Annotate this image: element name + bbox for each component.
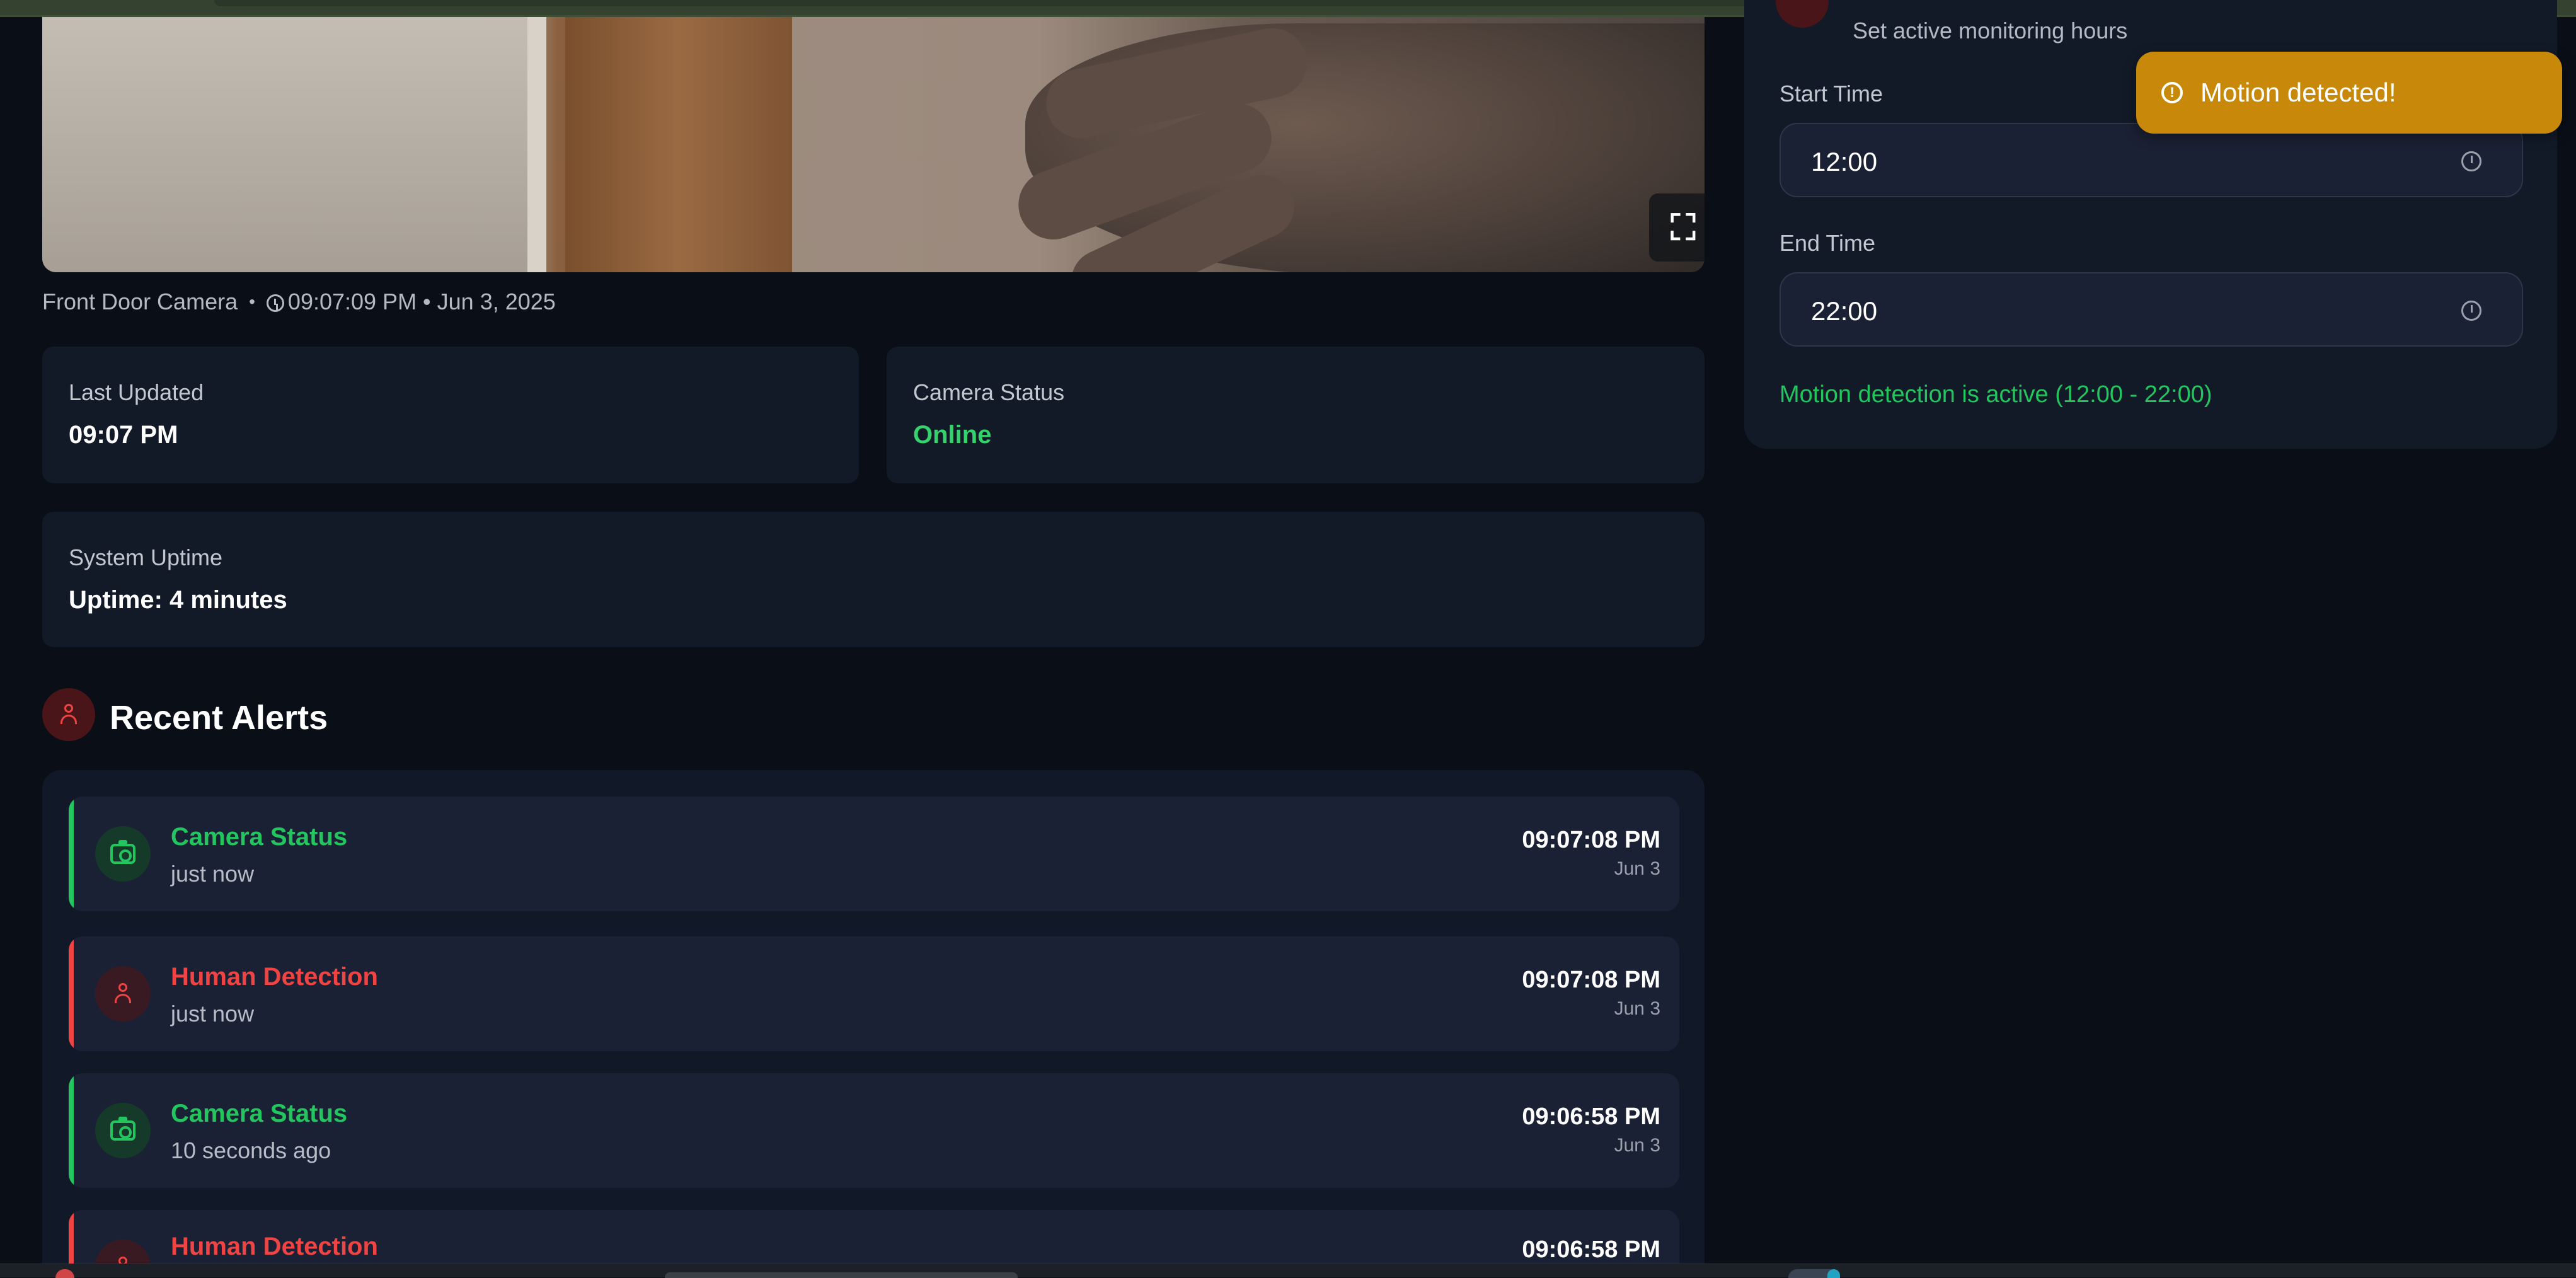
camera-feed[interactable]: ⛶ xyxy=(42,17,1705,272)
alert-subtitle: just now xyxy=(171,1001,255,1027)
schedule-icon xyxy=(1776,0,1829,28)
feed-door xyxy=(565,17,792,272)
taskbar-app-icon[interactable] xyxy=(55,1269,74,1278)
camera-meta: Front Door Camera • 09:07:09 PM • Jun 3,… xyxy=(42,289,556,315)
alert-title: Camera Status xyxy=(171,1100,348,1127)
person-icon xyxy=(113,1257,132,1264)
end-time-input[interactable]: 22:00 xyxy=(1780,272,2523,347)
alert-time: 09:07:08 PM xyxy=(1522,967,1660,993)
fullscreen-icon: ⛶ xyxy=(1670,207,1696,247)
fullscreen-button[interactable]: ⛶ xyxy=(1649,193,1705,262)
recent-alerts-title: Recent Alerts xyxy=(110,699,328,737)
alert-icon-wrap xyxy=(95,1240,151,1264)
alert-item[interactable]: Human Detection 09:06:58 PM xyxy=(69,1210,1679,1264)
last-updated-card: Last Updated 09:07 PM xyxy=(42,347,859,483)
last-updated-value: 09:07 PM xyxy=(69,421,178,449)
alert-subtitle: 10 seconds ago xyxy=(171,1137,331,1163)
alert-title: Camera Status xyxy=(171,823,348,851)
alert-time: 09:07:08 PM xyxy=(1522,827,1660,853)
alert-item[interactable]: Camera Status 10 seconds ago 09:06:58 PM… xyxy=(69,1073,1679,1188)
taskbar xyxy=(0,1264,2576,1278)
clock-icon[interactable] xyxy=(2461,301,2481,321)
alerts-list[interactable]: Camera Status just now 09:07:08 PM Jun 3… xyxy=(42,770,1705,1264)
alert-subtitle: just now xyxy=(171,861,255,887)
alert-time: 09:06:58 PM xyxy=(1522,1236,1660,1263)
taskbar-app-icon[interactable] xyxy=(1827,1269,1840,1278)
camera-status-label: Camera Status xyxy=(913,379,1065,405)
schedule-subtitle: Set active monitoring hours xyxy=(1853,18,2128,43)
alert-date: Jun 3 xyxy=(1614,1135,1660,1156)
alert-date: Jun 3 xyxy=(1614,998,1660,1019)
person-icon xyxy=(59,704,78,725)
system-uptime-label: System Uptime xyxy=(69,544,223,570)
alert-accent-bar xyxy=(69,1073,74,1188)
motion-detection-status: Motion detection is active (12:00 - 22:0… xyxy=(1780,381,2212,408)
alert-icon-wrap xyxy=(95,826,151,882)
system-uptime-value: Uptime: 4 minutes xyxy=(69,586,287,614)
alert-title: Human Detection xyxy=(171,963,378,991)
alert-time: 09:06:58 PM xyxy=(1522,1103,1660,1130)
camera-status-value: Online xyxy=(913,421,992,449)
toast-message: Motion detected! xyxy=(2200,78,2396,107)
camera-timestamp: 09:07:09 PM • Jun 3, 2025 xyxy=(266,289,556,315)
person-icon xyxy=(113,983,132,1005)
start-time-label: Start Time xyxy=(1780,81,1883,106)
camera-icon xyxy=(110,840,135,864)
alert-title: Human Detection xyxy=(171,1233,378,1260)
alert-item[interactable]: Camera Status just now 09:07:08 PM Jun 3 xyxy=(69,797,1679,911)
end-time-value: 22:00 xyxy=(1811,296,1878,326)
alert-icon-wrap xyxy=(95,1103,151,1158)
camera-status-card: Camera Status Online xyxy=(887,347,1705,483)
meta-separator: • xyxy=(249,292,255,311)
feed-edge xyxy=(527,17,546,272)
last-updated-label: Last Updated xyxy=(69,379,204,405)
camera-name: Front Door Camera xyxy=(42,289,238,314)
motion-toast[interactable]: ! Motion detected! xyxy=(2136,52,2562,134)
alert-icon-wrap xyxy=(95,966,151,1022)
end-time-label: End Time xyxy=(1780,230,1876,256)
feed-wall xyxy=(42,17,534,272)
start-time-value: 12:00 xyxy=(1811,147,1878,176)
start-time-input[interactable]: 12:00 xyxy=(1780,123,2523,197)
timestamp-text: 09:07:09 PM • Jun 3, 2025 xyxy=(287,289,556,314)
alert-circle-icon: ! xyxy=(2161,82,2183,103)
camera-icon xyxy=(110,1117,135,1141)
clock-icon[interactable] xyxy=(2461,151,2481,171)
alert-accent-bar xyxy=(69,797,74,911)
alert-accent-bar xyxy=(69,936,74,1051)
alert-accent-bar xyxy=(69,1210,74,1264)
clock-icon xyxy=(266,294,284,313)
alert-item[interactable]: Human Detection just now 09:07:08 PM Jun… xyxy=(69,936,1679,1051)
alert-date: Jun 3 xyxy=(1614,858,1660,879)
system-uptime-card: System Uptime Uptime: 4 minutes xyxy=(42,512,1705,647)
recent-alerts-icon xyxy=(42,688,95,741)
